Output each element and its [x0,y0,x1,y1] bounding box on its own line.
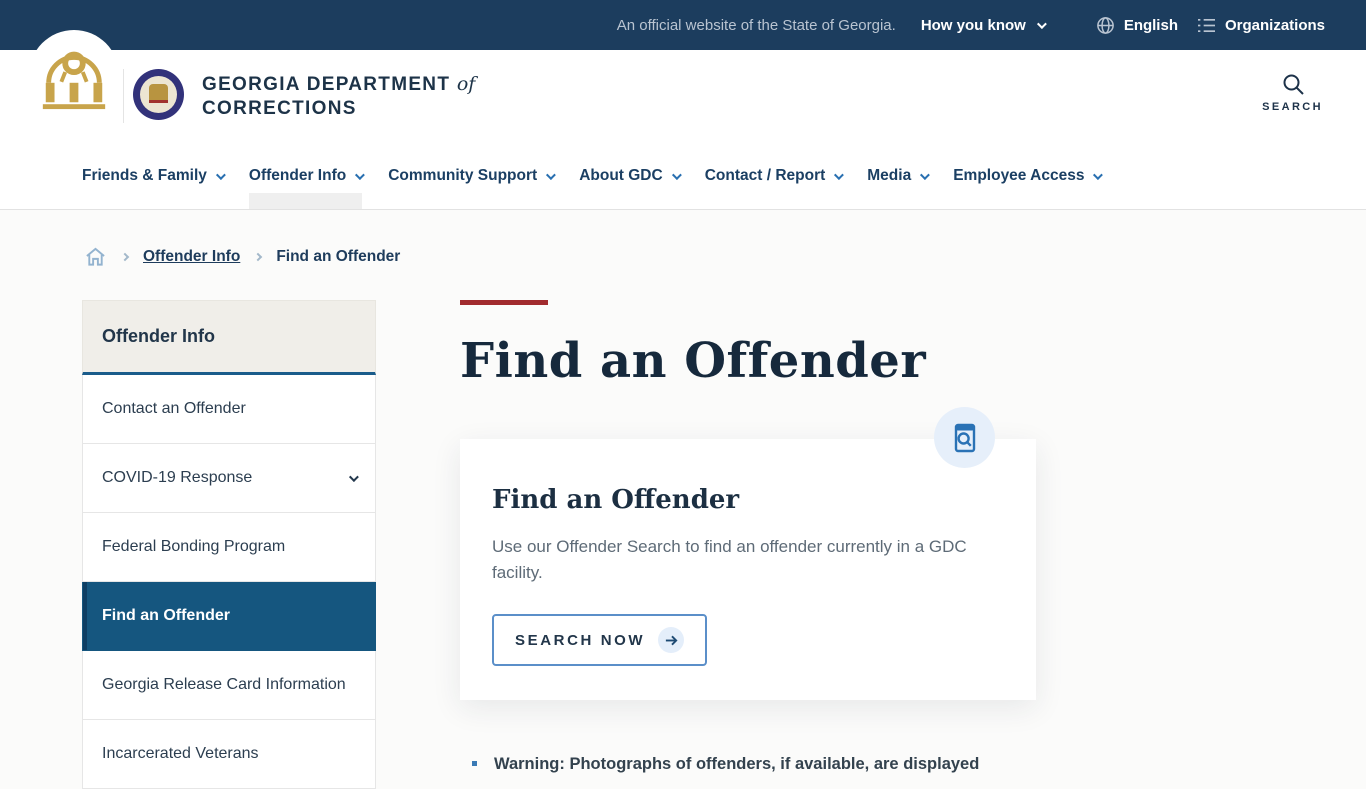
sidebar-title: Offender Info [82,300,376,375]
georgia-arch-logo[interactable] [29,30,119,120]
card-title: Find an Offender [492,485,740,515]
agency-name-line2: CORRECTIONS [202,98,357,119]
breadcrumb-separator-icon [120,252,130,261]
document-search-badge [934,407,995,468]
nav-item-community-support[interactable]: Community Support [388,143,557,209]
find-offender-card: Find an Offender Use our Offender Search… [460,439,1036,700]
agency-name[interactable]: GEORGIA DEPARTMENT of CORRECTIONS [202,72,475,121]
nav-item-media[interactable]: Media [867,143,931,209]
title-accent-line [460,300,548,305]
search-now-button[interactable]: SEARCH NOW [492,614,708,666]
document-search-icon [954,423,975,452]
sidebar-item-georgia-release-card[interactable]: Georgia Release Card Information [82,651,376,720]
nav-item-friends-family[interactable]: Friends & Family [82,143,226,209]
search-label: SEARCH [1262,101,1323,113]
nav-item-about-gdc[interactable]: About GDC [579,143,682,209]
warning-list-item: Warning: Photographs of offenders, if av… [460,754,1036,774]
chevron-down-icon [834,169,845,180]
site-header: GEORGIA DEPARTMENT of CORRECTIONS SEARCH [0,30,1366,143]
nav-item-offender-info[interactable]: Offender Info [248,143,366,209]
chevron-down-icon [1036,18,1047,29]
header-search-button[interactable]: SEARCH [1262,72,1323,113]
warning-text: Warning: Photographs of offenders, if av… [494,755,980,773]
globe-icon [1096,16,1115,35]
chevron-down-icon [671,169,682,180]
logo-divider [123,69,124,123]
breadcrumb-separator-icon [254,252,263,261]
agency-name-of: of [456,73,476,95]
section-sidebar: Offender Info Contact an Offender COVID-… [82,300,376,789]
language-label: English [1123,16,1178,34]
sidebar-item-incarcerated-veterans[interactable]: Incarcerated Veterans [82,720,376,789]
agency-name-line1: GEORGIA DEPARTMENT [202,74,451,95]
sidebar-item-find-an-offender[interactable]: Find an Offender [82,582,376,651]
nav-item-employee-access[interactable]: Employee Access [953,143,1104,209]
page-title: Find an Offender [460,333,927,389]
list-icon [1197,17,1216,34]
language-switcher[interactable]: English [1096,16,1178,35]
chevron-down-icon [348,471,359,482]
find-offender-card-wrap: Find an Offender Use our Offender Search… [460,407,1036,700]
breadcrumb: Offender Info Find an Offender [84,246,1366,267]
organizations-button[interactable]: Organizations [1197,17,1325,34]
chevron-down-icon [355,169,366,180]
content-area: Offender Info Contact an Offender COVID-… [0,300,1366,789]
chevron-down-icon [215,169,226,180]
organizations-label: Organizations [1224,16,1325,34]
main-column: Find an Offender Find an Offender Use ou… [460,300,1036,789]
chevron-down-icon [1093,169,1104,180]
nav-item-contact-report[interactable]: Contact / Report [705,143,845,209]
how-you-know-label: How you know [920,16,1026,34]
sidebar-item-covid-19-response[interactable]: COVID-19 Response [82,444,376,513]
main-navigation: Friends & Family Offender Info Community… [0,143,1366,210]
home-icon[interactable] [84,246,107,267]
card-description: Use our Offender Search to find an offen… [492,537,967,582]
sidebar-item-federal-bonding-program[interactable]: Federal Bonding Program [82,513,376,582]
gdc-seal [133,69,184,120]
how-you-know-button[interactable]: How you know [920,16,1047,34]
sidebar-item-contact-an-offender[interactable]: Contact an Offender [82,375,376,444]
arch-icon [42,51,106,110]
official-website-text: An official website of the State of Geor… [616,16,896,34]
official-banner: An official website of the State of Geor… [0,0,1366,50]
chevron-down-icon [546,169,557,180]
breadcrumb-link-offender-info[interactable]: Offender Info [143,248,240,266]
chevron-down-icon [920,169,931,180]
list-bullet [472,761,477,766]
search-icon [1283,74,1304,95]
breadcrumb-current: Find an Offender [276,247,401,265]
arrow-right-icon [658,627,685,653]
